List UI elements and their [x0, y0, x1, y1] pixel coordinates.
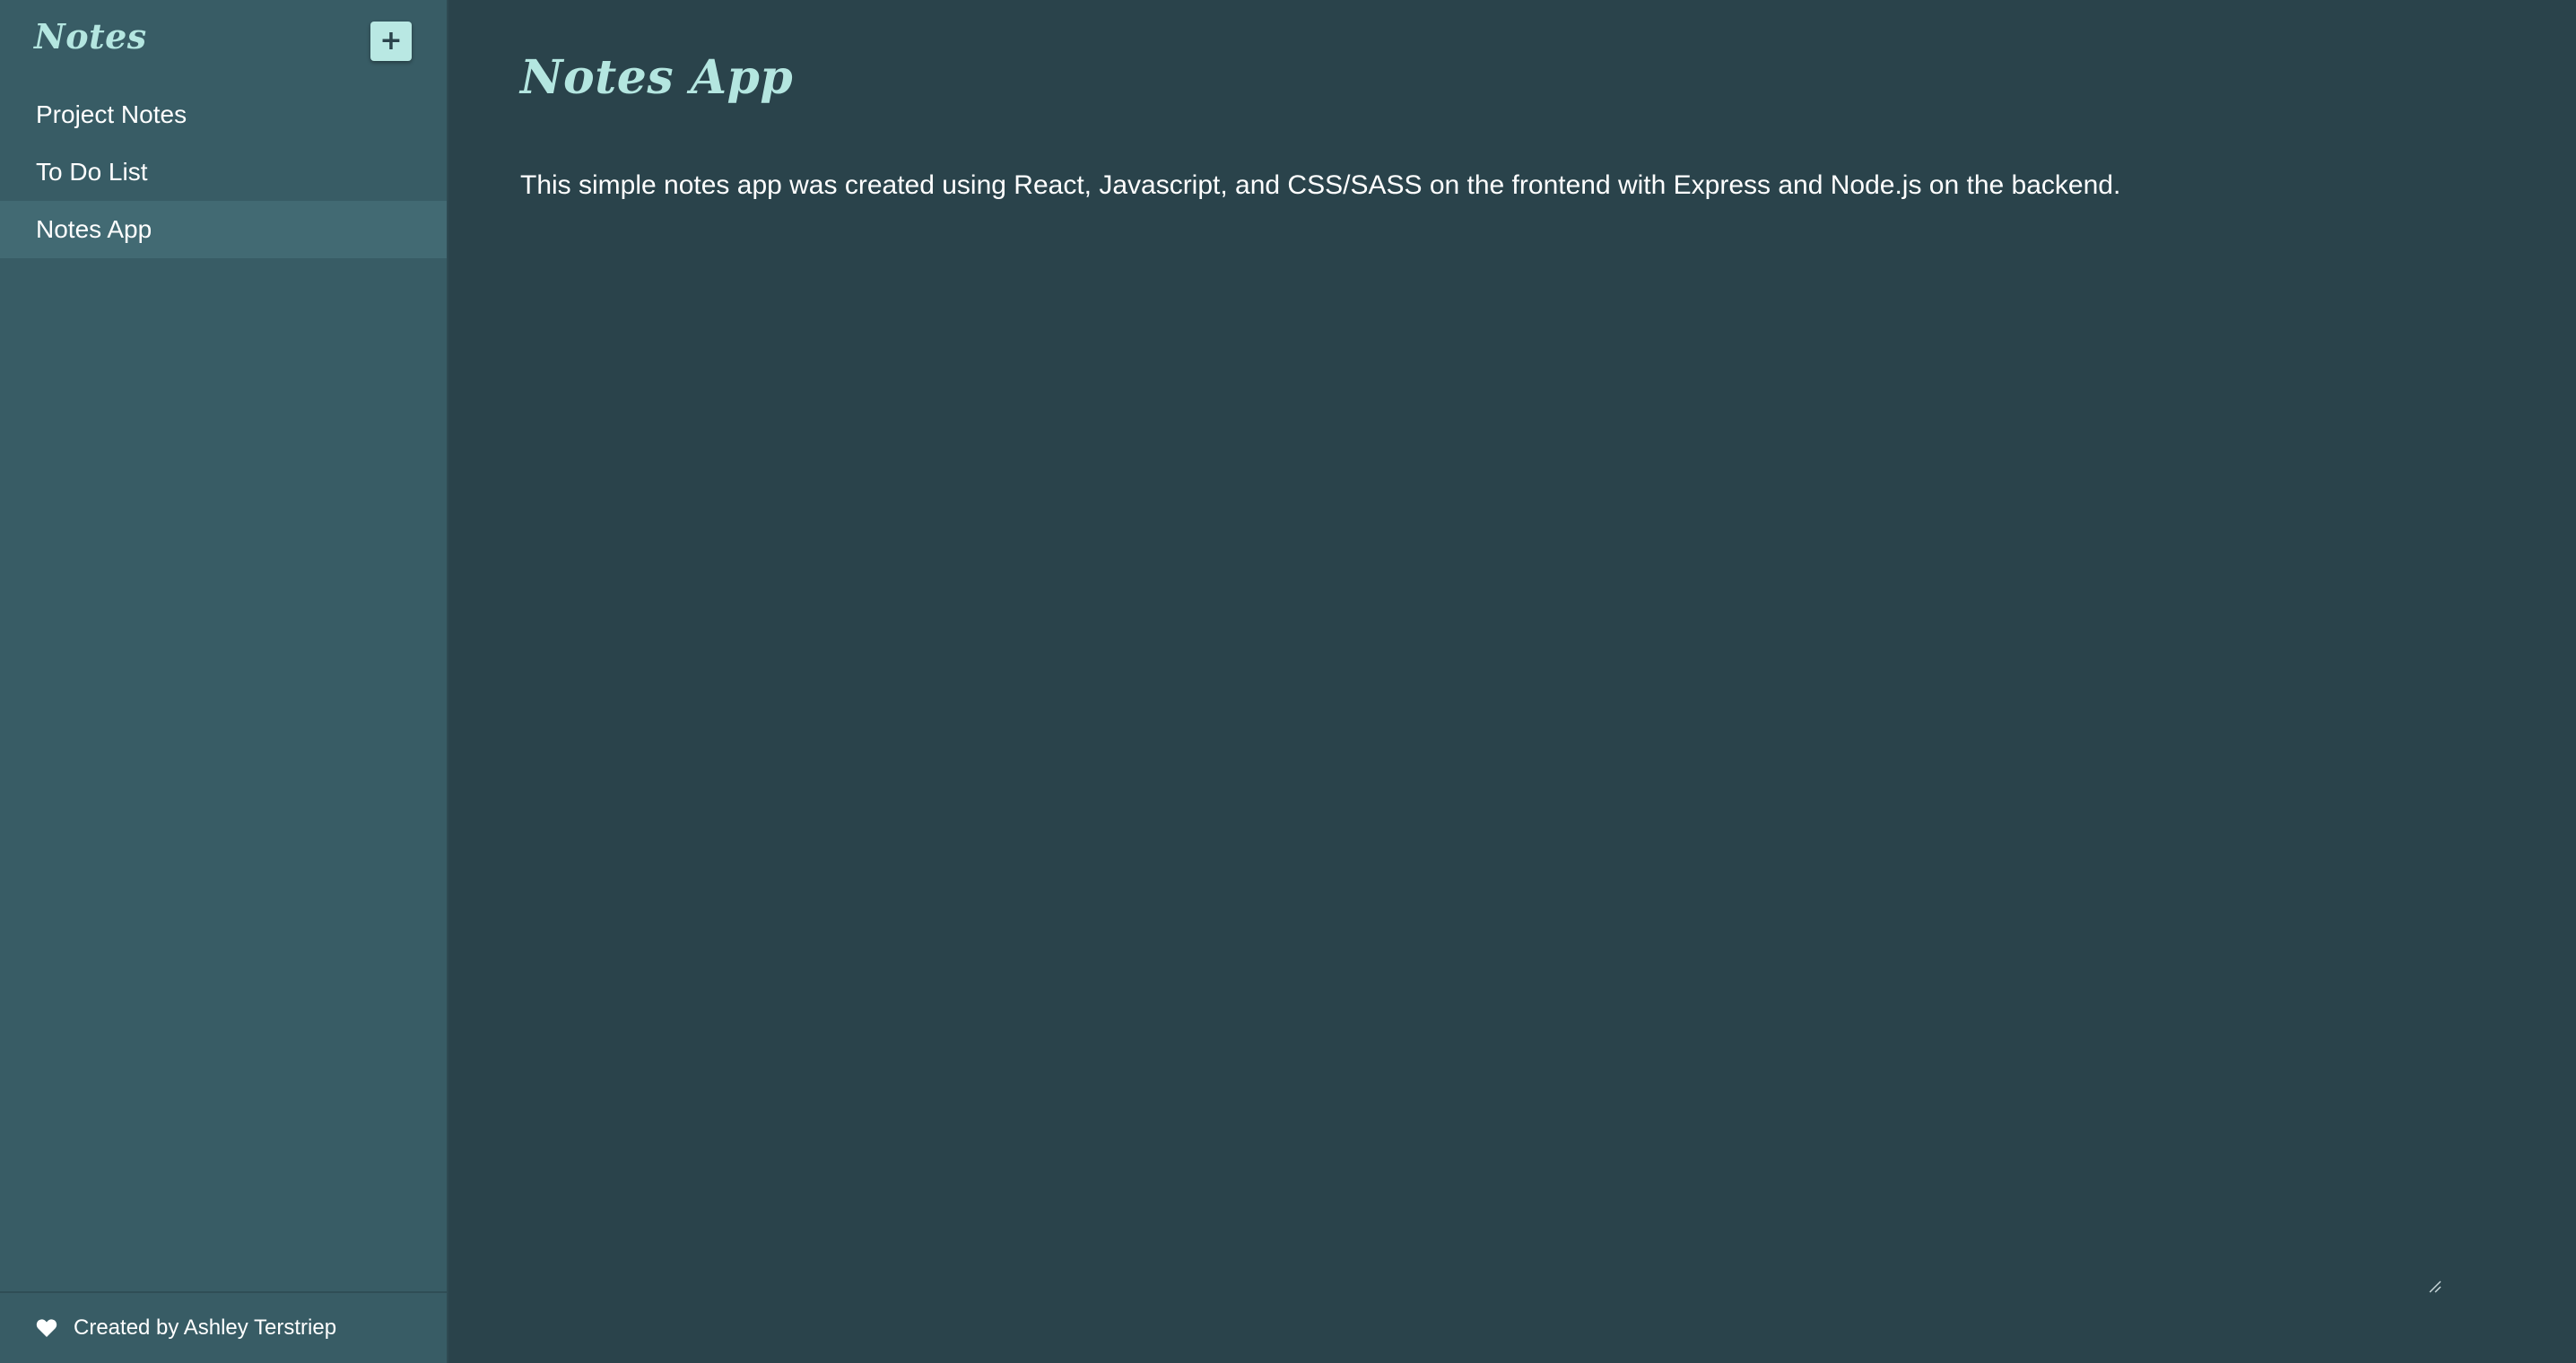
heart-icon [36, 1318, 57, 1338]
note-list: Project Notes To Do List Notes App [0, 86, 447, 258]
sidebar-title: Notes [34, 16, 147, 56]
plus-icon: + [379, 25, 403, 56]
note-title[interactable]: Notes App [520, 50, 793, 105]
notes-app: Notes + Project Notes To Do List Notes A… [0, 0, 2576, 1363]
note-list-item-notes-app[interactable]: Notes App [0, 201, 447, 258]
note-body-textarea[interactable]: This simple notes app was created using … [520, 170, 2120, 201]
sidebar-footer: Created by Ashley Terstriep [0, 1291, 447, 1363]
note-editor: Notes App This simple notes app was crea… [448, 0, 2576, 1363]
note-list-item-label: Notes App [36, 215, 152, 243]
note-list-item-label: To Do List [36, 158, 148, 186]
sidebar: Notes + Project Notes To Do List Notes A… [0, 0, 448, 1363]
add-note-button[interactable]: + [370, 22, 412, 61]
resize-handle-icon[interactable] [2427, 1279, 2441, 1293]
note-list-item-to-do-list[interactable]: To Do List [0, 143, 447, 201]
note-list-item-project-notes[interactable]: Project Notes [0, 86, 447, 143]
footer-credit-text: Created by Ashley Terstriep [74, 1315, 337, 1340]
sidebar-header: Notes + [0, 0, 447, 82]
note-list-item-label: Project Notes [36, 100, 187, 128]
